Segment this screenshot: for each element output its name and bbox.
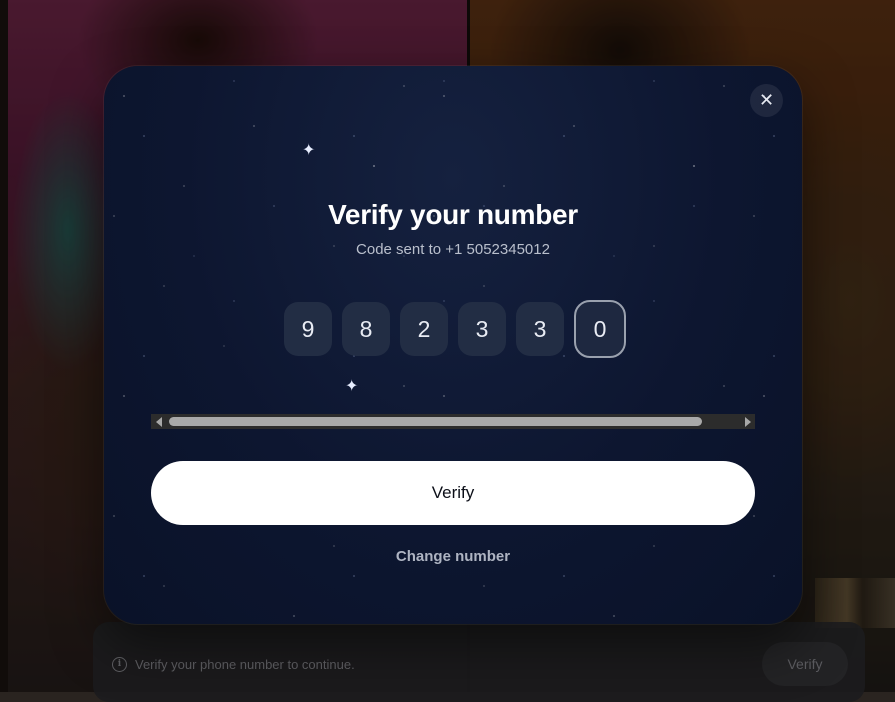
verify-button[interactable]: Verify: [151, 461, 755, 525]
scroll-right-arrow-icon[interactable]: [740, 414, 755, 429]
sparkle-icon: ✦: [302, 140, 316, 159]
code-digit-4[interactable]: 3: [458, 302, 506, 356]
scroll-left-arrow-icon[interactable]: [151, 414, 166, 429]
modal-subtitle: Code sent to +1 5052345012: [356, 241, 550, 258]
bottom-status-text: Verify your phone number to continue.: [135, 656, 355, 672]
verification-code-inputs: 9 8 2 3 3 0: [284, 300, 626, 358]
code-digit-1[interactable]: 9: [284, 302, 332, 356]
bottom-status-message: i Verify your phone number to continue.: [112, 655, 355, 673]
change-number-link[interactable]: Change number: [104, 548, 802, 565]
close-icon: ✕: [758, 90, 775, 111]
code-digit-3[interactable]: 2: [400, 302, 448, 356]
verify-number-modal: ✦ ✦ ✕ Verify your number Code sent to +1…: [104, 66, 802, 624]
horizontal-scrollbar[interactable]: [151, 414, 755, 429]
code-digit-6[interactable]: 0: [574, 300, 626, 358]
info-icon: i: [112, 656, 127, 672]
code-digit-2[interactable]: 8: [342, 302, 390, 356]
close-button[interactable]: ✕: [750, 84, 783, 117]
sparkle-icon: ✦: [345, 376, 359, 395]
code-digit-5[interactable]: 3: [516, 302, 564, 356]
modal-title: Verify your number: [328, 199, 578, 230]
scrollbar-thumb[interactable]: [169, 417, 702, 426]
bottom-verify-button[interactable]: Verify: [762, 642, 848, 686]
